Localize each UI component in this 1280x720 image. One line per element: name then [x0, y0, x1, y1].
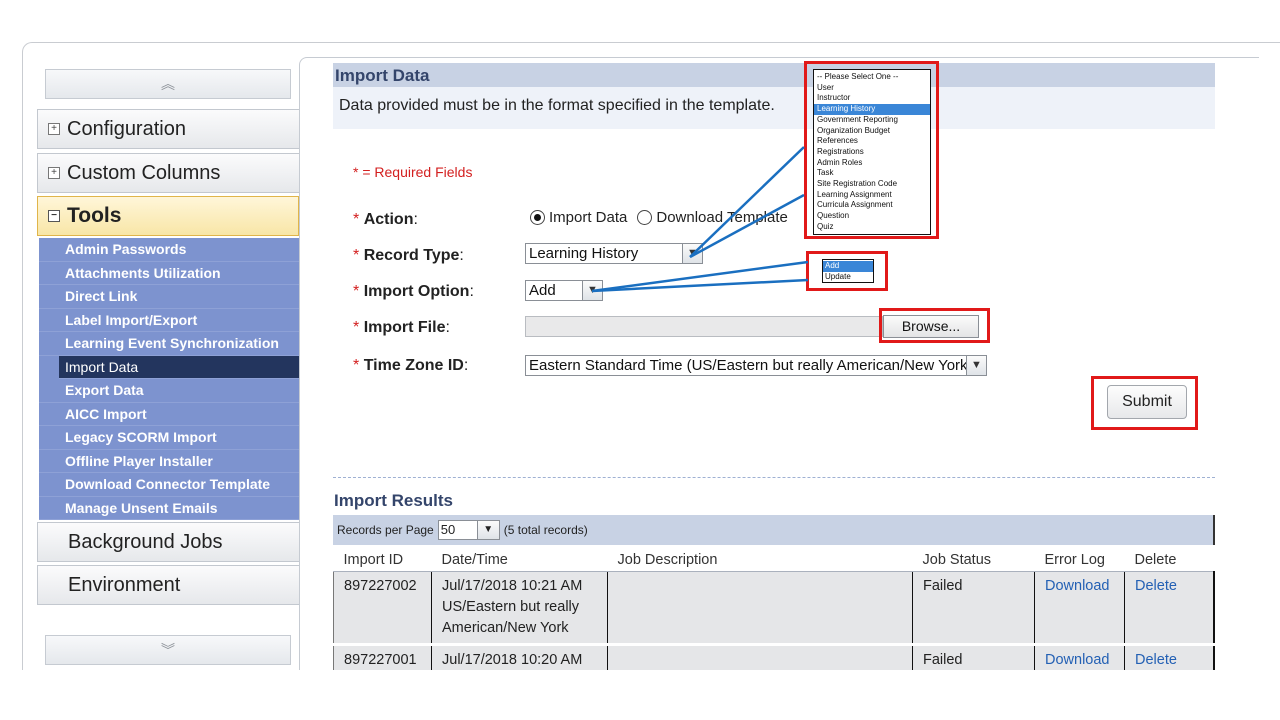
- sidebar-item-admin-passwords[interactable]: Admin Passwords: [39, 238, 299, 262]
- sidebar-section-background-jobs[interactable]: Background Jobs: [37, 522, 299, 562]
- results-pagination-bar: Records per Page 50 ▼ (5 total records): [333, 515, 1215, 545]
- highlight-import-option-list: [806, 251, 888, 291]
- collapse-icon: −: [48, 210, 60, 222]
- sidebar-item-export-data[interactable]: Export Data: [39, 379, 299, 403]
- sidebar-section-label: Background Jobs: [68, 530, 223, 553]
- import-data-radio[interactable]: [530, 210, 545, 225]
- job-description-cell: [607, 571, 913, 646]
- sidebar-item-manage-unsent-emails[interactable]: Manage Unsent Emails: [39, 497, 299, 520]
- error-log-cell: Download: [1034, 644, 1125, 670]
- sidebar-section-label: Tools: [67, 204, 122, 227]
- records-per-page-select[interactable]: 50 ▼: [437, 520, 500, 540]
- column-header[interactable]: Job Status: [912, 545, 1035, 572]
- column-header: Error Log: [1034, 545, 1125, 572]
- sidebar-section-label: Environment: [68, 573, 181, 596]
- chevron-down-icon[interactable]: ▼: [966, 356, 986, 375]
- date-time-cell: Jul/17/2018 10:21 AM US/Eastern but real…: [431, 571, 608, 646]
- import-id-cell: 897227001: [333, 644, 432, 670]
- section-divider: [333, 477, 1215, 478]
- column-header[interactable]: Import ID: [333, 545, 432, 572]
- sidebar-section-environment[interactable]: Environment: [37, 565, 299, 605]
- sidebar-section-tools[interactable]: − Tools: [37, 196, 299, 236]
- results-table: Import ID Date/Time Job Description Job …: [333, 545, 1215, 670]
- action-radio-group: Import Data Download Template: [530, 209, 788, 226]
- import-option-value: Add: [529, 282, 556, 299]
- record-type-select[interactable]: Learning History ▼: [525, 243, 703, 264]
- record-type-value: Learning History: [529, 245, 639, 262]
- page-title: Import Data: [333, 63, 1215, 87]
- download-template-radio[interactable]: [637, 210, 653, 225]
- time-zone-select[interactable]: Eastern Standard Time (US/Eastern but re…: [525, 355, 987, 376]
- chevron-down-icon[interactable]: ▼: [476, 521, 499, 539]
- sidebar-item-offline-player-installer[interactable]: Offline Player Installer: [39, 450, 299, 473]
- sidebar-section-configuration[interactable]: + Configuration: [37, 109, 299, 149]
- chevron-up-icon: ︽: [161, 76, 175, 92]
- import-id-cell: 897227002: [333, 571, 432, 646]
- total-records-count: (5 total records): [503, 523, 588, 537]
- sidebar-item-aicc-import[interactable]: AICC Import: [39, 403, 299, 426]
- chevron-down-icon[interactable]: ▼: [582, 281, 602, 300]
- expand-icon: +: [48, 167, 60, 179]
- radio-label-import-data: Import Data: [549, 209, 628, 226]
- sidebar-section-label: Configuration: [67, 117, 186, 140]
- tools-menu: Admin Passwords Attachments Utilization …: [39, 238, 299, 520]
- column-header[interactable]: Date/Time: [431, 545, 608, 572]
- records-per-page-value: 50: [440, 522, 456, 537]
- expand-icon: +: [48, 123, 60, 135]
- required-fields-note: * = Required Fields: [353, 164, 473, 180]
- format-note: Data provided must be in the format spec…: [333, 87, 1215, 129]
- import-file-input[interactable]: [525, 316, 883, 337]
- delete-cell: Delete: [1124, 571, 1215, 646]
- highlight-browse-button: [879, 308, 990, 343]
- record-type-label: * Record Type:: [353, 247, 464, 264]
- import-option-select[interactable]: Add ▼: [525, 280, 603, 301]
- sidebar-scroll-up-button[interactable]: ︽: [45, 69, 291, 99]
- sidebar-item-legacy-scorm-import[interactable]: Legacy SCORM Import: [39, 426, 299, 450]
- job-description-cell: [607, 644, 913, 670]
- download-error-log-link[interactable]: Download: [1045, 652, 1110, 668]
- table-row: 897227001 Jul/17/2018 10:20 AM Failed Do…: [333, 644, 1215, 670]
- time-zone-value: Eastern Standard Time (US/Eastern but re…: [529, 357, 973, 374]
- highlight-submit-button: [1091, 376, 1198, 430]
- sidebar-scroll-down-button[interactable]: ︾: [45, 635, 291, 665]
- job-status-cell: Failed: [912, 571, 1035, 646]
- job-status-cell: Failed: [912, 644, 1035, 670]
- column-header[interactable]: Job Description: [607, 545, 913, 572]
- import-file-label: * Import File:: [353, 319, 450, 336]
- highlight-record-type-list: [804, 61, 939, 239]
- chevron-down-icon: ︾: [161, 642, 175, 658]
- chevron-down-icon[interactable]: ▼: [682, 244, 702, 263]
- sidebar-item-import-data[interactable]: Import Data: [59, 355, 299, 379]
- sidebar-section-custom-columns[interactable]: + Custom Columns: [37, 153, 299, 193]
- sidebar-item-direct-link[interactable]: Direct Link: [39, 285, 299, 309]
- import-results-title: Import Results: [334, 491, 454, 510]
- sidebar-item-label-import-export[interactable]: Label Import/Export: [39, 309, 299, 332]
- action-label: * Action:: [353, 211, 418, 228]
- delete-link[interactable]: Delete: [1135, 652, 1177, 668]
- date-time-cell: Jul/17/2018 10:20 AM: [431, 644, 608, 670]
- import-option-label: * Import Option:: [353, 283, 474, 300]
- delete-link[interactable]: Delete: [1135, 578, 1177, 594]
- time-zone-label: * Time Zone ID:: [353, 357, 469, 374]
- sidebar-item-attachments-utilization[interactable]: Attachments Utilization: [39, 262, 299, 285]
- table-row: 897227002 Jul/17/2018 10:21 AM US/Easter…: [333, 571, 1215, 646]
- delete-cell: Delete: [1124, 644, 1215, 670]
- sidebar-section-label: Custom Columns: [67, 161, 221, 184]
- error-log-cell: Download: [1034, 571, 1125, 646]
- download-error-log-link[interactable]: Download: [1045, 578, 1110, 594]
- app-window: ︽ + Configuration + Custom Columns − Too…: [22, 42, 1280, 670]
- records-per-page-label: Records per Page: [337, 523, 434, 537]
- table-header-row: Import ID Date/Time Job Description Job …: [333, 545, 1214, 572]
- radio-label-download-template: Download Template: [656, 209, 788, 226]
- sidebar-item-learning-event-sync[interactable]: Learning Event Synchronization: [39, 332, 299, 356]
- sidebar-item-download-connector-template[interactable]: Download Connector Template: [39, 473, 299, 497]
- column-header: Delete: [1124, 545, 1214, 572]
